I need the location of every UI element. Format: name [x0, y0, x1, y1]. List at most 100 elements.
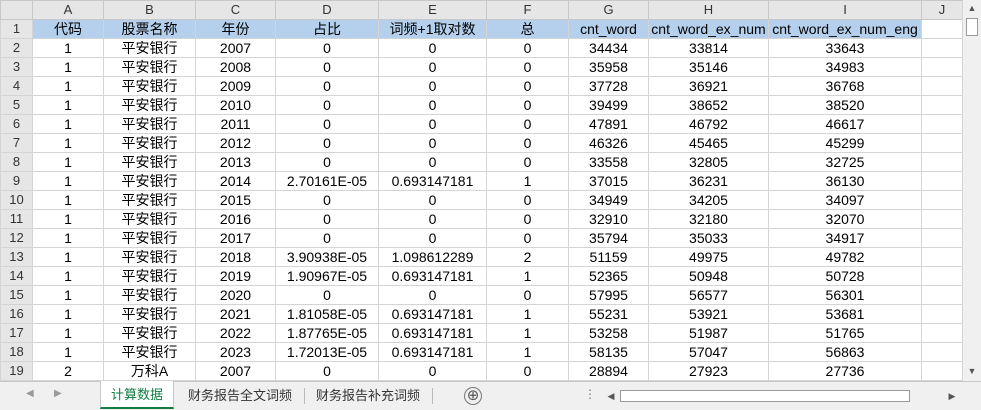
cell[interactable]: 2013: [195, 152, 276, 172]
cell[interactable]: 0: [275, 152, 379, 172]
cell[interactable]: [921, 114, 962, 134]
cell[interactable]: 53681: [768, 304, 922, 324]
cell[interactable]: 33814: [648, 38, 769, 58]
cell[interactable]: 36921: [648, 76, 769, 96]
cell[interactable]: 1: [486, 171, 569, 191]
add-sheet-icon[interactable]: ⊕: [464, 387, 482, 405]
cell[interactable]: 万科A: [103, 361, 196, 381]
cell[interactable]: 1.90967E-05: [275, 266, 379, 286]
cell[interactable]: [921, 190, 962, 210]
cell[interactable]: 0: [275, 209, 379, 229]
cell[interactable]: 0: [486, 114, 569, 134]
cell[interactable]: 37728: [568, 76, 649, 96]
cell[interactable]: 50728: [768, 266, 922, 286]
cell[interactable]: 0: [486, 133, 569, 153]
cell[interactable]: 0.693147181: [378, 342, 487, 362]
cell[interactable]: 1.098612289: [378, 247, 487, 267]
cell[interactable]: 53258: [568, 323, 649, 343]
cell[interactable]: [921, 209, 962, 229]
cell[interactable]: 2020: [195, 285, 276, 305]
cell[interactable]: 2021: [195, 304, 276, 324]
cell[interactable]: 34917: [768, 228, 922, 248]
cell[interactable]: 0: [486, 285, 569, 305]
cell[interactable]: 0: [486, 152, 569, 172]
cell[interactable]: 0: [378, 95, 487, 115]
cell[interactable]: 34097: [768, 190, 922, 210]
cell[interactable]: 0: [378, 133, 487, 153]
cell[interactable]: 0: [275, 114, 379, 134]
row-number[interactable]: 2: [0, 38, 33, 58]
cell[interactable]: 32180: [648, 209, 769, 229]
cell[interactable]: 平安银行: [103, 152, 196, 172]
row-number[interactable]: 10: [0, 190, 33, 210]
cell[interactable]: 0: [378, 361, 487, 381]
cell[interactable]: 32725: [768, 152, 922, 172]
header-cell[interactable]: cnt_word_ex_num_eng: [768, 19, 922, 39]
cell[interactable]: [921, 95, 962, 115]
cell[interactable]: 36231: [648, 171, 769, 191]
cell[interactable]: [921, 38, 962, 58]
row-number[interactable]: 8: [0, 152, 33, 172]
header-cell[interactable]: cnt_word_ex_num: [648, 19, 769, 39]
cell[interactable]: 2016: [195, 209, 276, 229]
horizontal-scrollbar[interactable]: ◀ ▶: [604, 388, 959, 405]
cell[interactable]: [921, 76, 962, 96]
cell[interactable]: 2009: [195, 76, 276, 96]
cell[interactable]: 53921: [648, 304, 769, 324]
cell[interactable]: 0: [378, 285, 487, 305]
cell[interactable]: 46792: [648, 114, 769, 134]
cell[interactable]: 34205: [648, 190, 769, 210]
cell[interactable]: 平安银行: [103, 209, 196, 229]
cell[interactable]: 平安银行: [103, 76, 196, 96]
cell[interactable]: 34949: [568, 190, 649, 210]
cell[interactable]: 0: [378, 228, 487, 248]
cell[interactable]: 47891: [568, 114, 649, 134]
next-sheet-icon[interactable]: ▶: [54, 388, 62, 399]
cell[interactable]: 1: [32, 285, 104, 305]
scroll-left-icon[interactable]: ◀: [604, 388, 618, 405]
column-header-a[interactable]: A: [32, 0, 104, 20]
cell[interactable]: [921, 323, 962, 343]
cell[interactable]: 0: [378, 114, 487, 134]
row-number[interactable]: 17: [0, 323, 33, 343]
cell[interactable]: 0: [378, 57, 487, 77]
select-all-corner[interactable]: [0, 0, 33, 20]
cell[interactable]: [921, 266, 962, 286]
cell[interactable]: 2015: [195, 190, 276, 210]
cell[interactable]: 57047: [648, 342, 769, 362]
cell[interactable]: [921, 171, 962, 191]
cell[interactable]: 33558: [568, 152, 649, 172]
tab-report-fulltext-freq[interactable]: 财务报告全文词频: [178, 382, 302, 409]
cell[interactable]: [921, 285, 962, 305]
row-number[interactable]: 3: [0, 57, 33, 77]
cell[interactable]: 平安银行: [103, 95, 196, 115]
cell[interactable]: 0: [378, 38, 487, 58]
cell[interactable]: 35958: [568, 57, 649, 77]
row-number[interactable]: 19: [0, 361, 33, 381]
header-cell[interactable]: 词频+1取对数: [378, 19, 487, 39]
cell[interactable]: 2019: [195, 266, 276, 286]
cell[interactable]: 2011: [195, 114, 276, 134]
cell[interactable]: 50948: [648, 266, 769, 286]
column-header-b[interactable]: B: [103, 0, 196, 20]
cell[interactable]: 0: [378, 76, 487, 96]
cell[interactable]: 1.87765E-05: [275, 323, 379, 343]
cell[interactable]: 1: [32, 76, 104, 96]
cell[interactable]: 1: [486, 342, 569, 362]
cell[interactable]: 27923: [648, 361, 769, 381]
cell[interactable]: 2010: [195, 95, 276, 115]
spreadsheet-grid[interactable]: A B C D E F G H I J 1 代码 股票名称 年份 占比 词频+1取对数总 cnt_word cnt…: [0, 0, 962, 381]
cell[interactable]: 2007: [195, 38, 276, 58]
column-header-h[interactable]: H: [648, 0, 769, 20]
cell[interactable]: 39499: [568, 95, 649, 115]
cell[interactable]: 0: [486, 209, 569, 229]
cell[interactable]: 1: [32, 304, 104, 324]
cell[interactable]: 0: [275, 57, 379, 77]
row-number[interactable]: 1: [0, 19, 33, 39]
vertical-scroll-thumb[interactable]: [966, 18, 978, 36]
cell[interactable]: 35146: [648, 57, 769, 77]
cell[interactable]: 1: [32, 342, 104, 362]
cell[interactable]: 56301: [768, 285, 922, 305]
cell[interactable]: 1: [32, 247, 104, 267]
cell[interactable]: 0: [486, 95, 569, 115]
